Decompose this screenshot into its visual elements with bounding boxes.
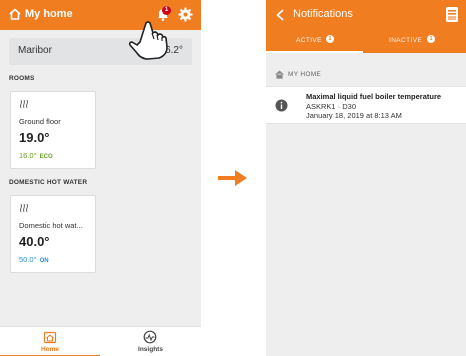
notifications-title: Notifications <box>293 8 353 20</box>
arrow-right-icon <box>218 170 247 186</box>
bottom-navigation: Home Insights <box>0 326 201 356</box>
home-screen: My home 1 Maribor 6.2° ROOMS Ground floo… <box>0 0 201 356</box>
notification-code: ASKRK1 · D30 <box>306 102 357 111</box>
dhw-name: Domestic hot wat... <box>19 221 83 230</box>
room-card-ground-floor[interactable]: Ground floor 19.0° 16.0° ECO <box>10 91 96 169</box>
nav-home-label: Home <box>40 346 60 353</box>
dhw-temperature: 40.0° <box>19 234 50 249</box>
app-title: My home <box>25 8 73 20</box>
notification-time: January 18, 2019 at 8:13 AM <box>306 111 402 120</box>
rooms-section-label: ROOMS <box>9 75 35 82</box>
room-temperature: 19.0° <box>19 130 50 145</box>
room-mode-eco: ECO <box>39 154 53 160</box>
dhw-mode-on: ON <box>39 258 49 264</box>
dhw-section-label: DOMESTIC HOT WATER <box>9 179 88 186</box>
weather-city: Maribor <box>18 45 52 56</box>
heat-icon <box>20 203 28 213</box>
mailbox-icon[interactable] <box>445 6 459 23</box>
notification-badge: 1 <box>162 6 171 15</box>
home-icon <box>275 70 284 79</box>
home-app-bar: My home 1 <box>0 0 201 30</box>
home-icon <box>9 8 21 20</box>
notification-item[interactable]: Maximal liquid fuel boiler temperature A… <box>266 86 466 124</box>
nav-home[interactable]: Home <box>0 327 100 356</box>
tab-active[interactable]: ACTIVE 1 <box>266 30 363 53</box>
dhw-setpoint: 50.0° ON <box>19 255 49 264</box>
dhw-card[interactable]: Domestic hot wat... 40.0° 50.0° ON <box>10 195 96 273</box>
notifications-app-bar: Notifications ACTIVE 1 INACTIVE 1 <box>266 0 466 53</box>
back-arrow-icon[interactable] <box>275 9 285 21</box>
gear-icon[interactable] <box>178 7 193 22</box>
group-label: MY HOME <box>288 71 322 78</box>
home-icon <box>43 331 57 344</box>
tab-inactive-count: 1 <box>427 35 435 43</box>
room-name: Ground floor <box>19 117 61 126</box>
room-setpoint-value: 16.0° <box>19 151 37 160</box>
nav-insights-label: Insights <box>138 346 163 353</box>
tab-active-label: ACTIVE <box>296 37 322 44</box>
tab-inactive-label: INACTIVE <box>389 37 423 44</box>
nav-insights[interactable]: Insights <box>100 327 201 356</box>
dhw-setpoint-value: 50.0° <box>19 255 37 264</box>
tab-active-count: 1 <box>326 35 334 43</box>
info-icon <box>275 99 288 112</box>
notification-title: Maximal liquid fuel boiler temperature <box>306 92 442 101</box>
insights-icon <box>143 330 157 344</box>
tab-inactive[interactable]: INACTIVE 1 <box>363 30 466 53</box>
notifications-screen: Notifications ACTIVE 1 INACTIVE 1 MY HOM… <box>266 0 466 356</box>
room-setpoint: 16.0° ECO <box>19 151 53 160</box>
hand-pointer-icon <box>128 21 168 60</box>
heat-icon <box>20 99 28 109</box>
